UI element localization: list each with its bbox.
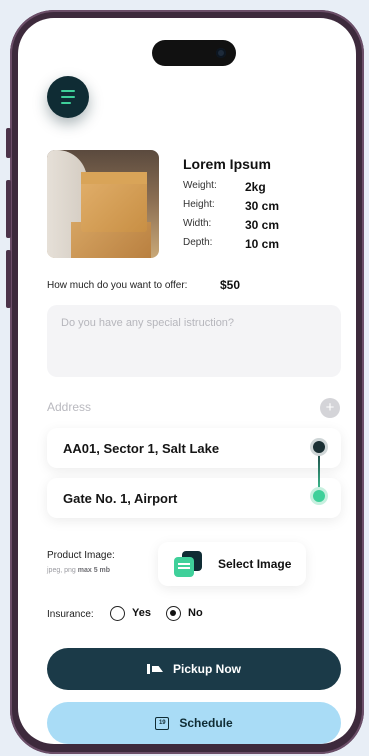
- calendar-icon: 19: [155, 716, 170, 730]
- camera-icon: [216, 48, 226, 58]
- drop-address-field[interactable]: Gate No. 1, Airport: [47, 478, 341, 518]
- select-image-button[interactable]: Select Image: [158, 542, 306, 586]
- image-icon: [174, 551, 202, 577]
- spec-label: Depth:: [183, 237, 213, 248]
- spec-width: Width: 30 cm: [183, 218, 279, 232]
- drop-marker-icon: [313, 490, 325, 502]
- add-address-button[interactable]: +: [320, 398, 340, 418]
- spec-label: Weight:: [183, 180, 217, 191]
- app-screen: Lorem Ipsum Weight: 2kg Height: 30 cm Wi…: [18, 18, 356, 744]
- phone-volume-up: [6, 180, 11, 238]
- dynamic-island: [152, 40, 236, 66]
- product-image-hint: jpeg, png max 5 mb: [47, 567, 111, 574]
- phone-side-button: [6, 128, 11, 158]
- schedule-label: Schedule: [179, 716, 233, 730]
- product-title: Lorem Ipsum: [183, 156, 271, 172]
- instruction-input[interactable]: Do you have any special istruction?: [47, 305, 341, 377]
- product-image: [47, 150, 159, 258]
- pickup-address-text: AA01, Sector 1, Salt Lake: [63, 440, 220, 456]
- insurance-yes-radio[interactable]: [110, 606, 125, 621]
- plus-icon: +: [325, 399, 335, 416]
- insurance-label: Insurance:: [47, 609, 94, 620]
- offer-question: How much do you want to offer:: [47, 280, 188, 291]
- spec-label: Width:: [183, 218, 212, 229]
- spec-weight: Weight: 2kg: [183, 180, 266, 194]
- insurance-no-label[interactable]: No: [188, 607, 203, 619]
- spec-depth: Depth: 10 cm: [183, 237, 279, 251]
- schedule-button[interactable]: 19 Schedule: [47, 702, 341, 744]
- pickup-now-button[interactable]: Pickup Now: [47, 648, 341, 690]
- truck-icon: [146, 664, 163, 674]
- menu-button[interactable]: [47, 76, 89, 118]
- spec-label: Height:: [183, 199, 215, 210]
- menu-icon: [61, 90, 75, 92]
- product-image-label: Product Image:: [47, 550, 115, 561]
- spec-value: 2kg: [245, 180, 266, 194]
- phone-volume-down: [6, 250, 11, 308]
- address-label: Address: [47, 400, 92, 414]
- pickup-marker-icon: [313, 441, 325, 453]
- route-line: [318, 448, 320, 496]
- spec-value: 30 cm: [245, 218, 280, 232]
- pickup-now-label: Pickup Now: [172, 662, 241, 676]
- select-image-label: Select Image: [218, 557, 292, 571]
- pickup-address-field[interactable]: AA01, Sector 1, Salt Lake: [47, 428, 341, 468]
- offer-amount[interactable]: $50: [220, 278, 240, 292]
- drop-address-text: Gate No. 1, Airport: [63, 490, 178, 506]
- instruction-placeholder: Do you have any special istruction?: [61, 317, 235, 329]
- spec-height: Height: 30 cm: [183, 199, 279, 213]
- insurance-no-radio[interactable]: [166, 606, 181, 621]
- insurance-yes-label[interactable]: Yes: [132, 607, 151, 619]
- spec-value: 30 cm: [245, 199, 280, 213]
- spec-value: 10 cm: [245, 237, 280, 251]
